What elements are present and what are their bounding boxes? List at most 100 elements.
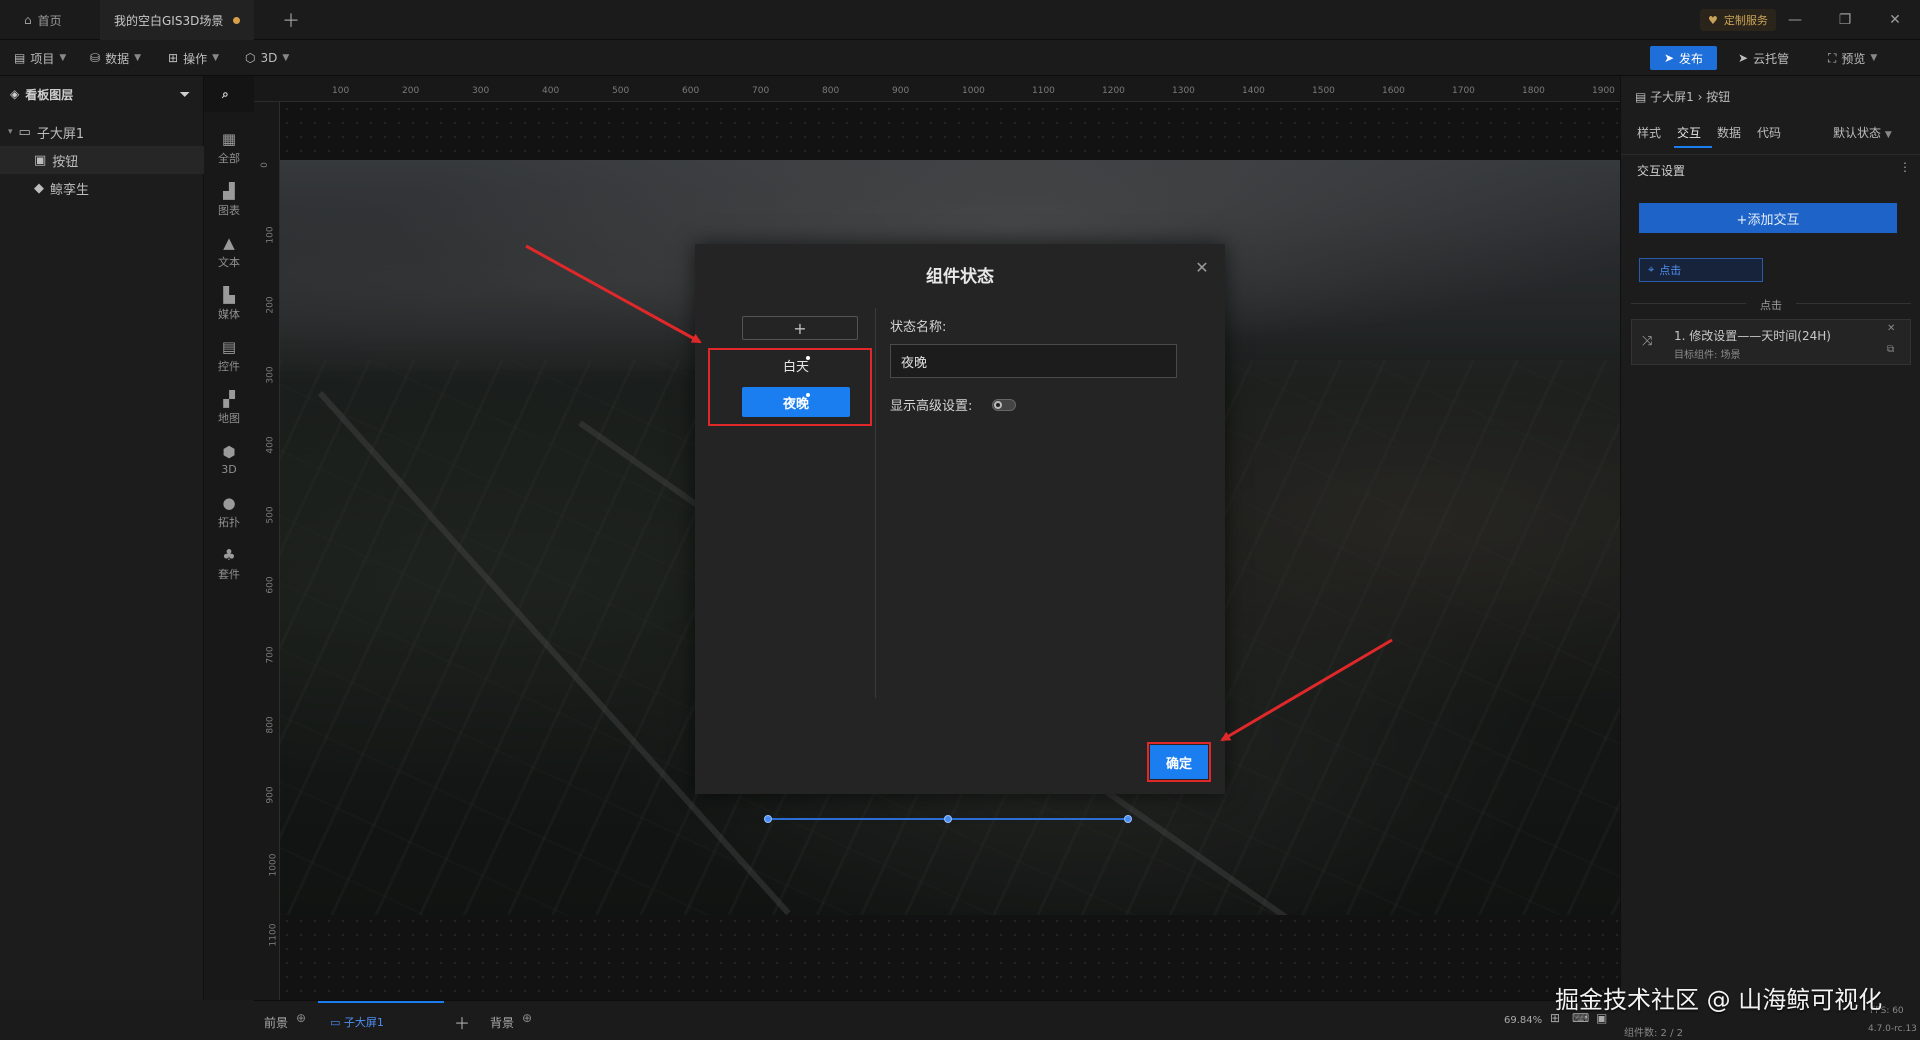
- close-window-button[interactable]: ✕: [1875, 0, 1915, 40]
- tool-topology[interactable]: ● 拓扑: [204, 488, 254, 536]
- component-toolbar: ▦ 全部 ▟ 图表 ▲ 文本 ▙ 媒体 ▤ 控件 ▞ 地图 ⬢ 3D ● 拓扑 ♣ 套件: [204, 112, 254, 1000]
- custom-service-button[interactable]: ♥ 定制服务: [1700, 9, 1776, 31]
- custom-service-label: 定制服务: [1723, 14, 1768, 27]
- ruler-tick-label: 700: [752, 86, 770, 96]
- publish-button[interactable]: ➤ 发布: [1650, 46, 1717, 70]
- close-icon[interactable]: ✕: [1191, 258, 1213, 280]
- ruler-tick-label: 500: [612, 86, 630, 96]
- filter-icon[interactable]: ⏷: [180, 87, 190, 102]
- tab-style[interactable]: 样式: [1637, 124, 1661, 141]
- trigger-group-label: 点击: [1760, 299, 1782, 312]
- screen-tab-label: 子大屏1: [343, 1016, 384, 1029]
- tool-media[interactable]: ▙ 媒体: [204, 280, 254, 328]
- tool-map[interactable]: ▞ 地图: [204, 384, 254, 432]
- ruler-tick-label: 1200: [1102, 86, 1125, 96]
- ruler-tick-label: 800: [822, 86, 840, 96]
- heart-icon: ♥: [1708, 13, 1718, 27]
- menu-operate-label: 操作: [183, 51, 208, 66]
- media-icon: ▙: [223, 285, 235, 304]
- ruler-tick-label: 1800: [1522, 86, 1545, 96]
- chevron-down-icon: ▼: [134, 53, 141, 63]
- preview-button[interactable]: ⛶ 预览 ▼: [1828, 40, 1877, 76]
- selected-button-outline[interactable]: [764, 815, 1132, 823]
- state-name-input[interactable]: [890, 344, 1177, 378]
- ruler-tick-label: 1700: [1452, 86, 1475, 96]
- layer-label: 按钮: [52, 154, 79, 170]
- ruler-tick-label: 200: [265, 296, 276, 314]
- tab-home[interactable]: ⌂ 首页: [10, 0, 76, 40]
- tab-scene-label: 我的空白GIS3D场景: [114, 13, 224, 28]
- state-name-label: 状态名称:: [890, 320, 947, 335]
- advanced-settings-label: 显示高级设置:: [890, 399, 973, 414]
- tool-all[interactable]: ▦ 全部: [204, 124, 254, 172]
- menu-data[interactable]: ⛁ 数据 ▼: [90, 40, 141, 76]
- send-icon: ➤: [1663, 51, 1675, 65]
- resize-handle[interactable]: [1124, 815, 1132, 823]
- layer-item-twin[interactable]: ◆ 鲸孪生: [0, 174, 204, 202]
- tool-kit[interactable]: ♣ 套件: [204, 540, 254, 588]
- version-label: 4.7.0-rc.13: [1868, 1024, 1917, 1034]
- layer-item-button[interactable]: ▣ 按钮: [0, 146, 204, 174]
- menu-project-label: 项目: [30, 51, 55, 66]
- text-icon: ▲: [223, 233, 235, 252]
- ruler-tick-label: 1100: [1032, 86, 1055, 96]
- ruler-tick-label: 100: [332, 86, 350, 96]
- add-screen-button[interactable]: ＋: [454, 1010, 470, 1034]
- advanced-settings-toggle[interactable]: [992, 399, 1016, 411]
- tab-interaction[interactable]: 交互: [1677, 124, 1701, 141]
- cube-icon: ⬢: [222, 443, 236, 461]
- minimize-button[interactable]: —: [1775, 0, 1815, 40]
- tool-3d[interactable]: ⬢ 3D: [204, 436, 254, 484]
- active-screen-indicator: [318, 1001, 444, 1003]
- tab-data[interactable]: 数据: [1717, 124, 1741, 141]
- horizontal-ruler: 100 200 300 400 500 600 700 800 900 1000 1100 1200 1…: [254, 76, 1620, 102]
- menu-3d[interactable]: ⬡ 3D ▼: [245, 40, 289, 76]
- menu-operate[interactable]: ⊞ 操作 ▼: [168, 40, 219, 76]
- tab-scene[interactable]: 我的空白GIS3D场景: [100, 0, 255, 40]
- background-label[interactable]: 背景: [490, 1014, 514, 1031]
- tool-label: 媒体: [218, 307, 240, 321]
- resize-handle[interactable]: [944, 815, 952, 823]
- bottom-bar: 前景 ⊕ ▭ 子大屏1 ＋ 背景 ⊕ 69.84% ⊞ ⌨ ▣: [254, 1000, 1620, 1040]
- delete-icon[interactable]: ✕: [1887, 323, 1895, 334]
- chevron-down-icon: ▼: [1870, 53, 1878, 63]
- grid-icon: ▦: [221, 129, 237, 148]
- search-icon[interactable]: ⌕: [222, 87, 229, 102]
- topology-icon: ●: [222, 493, 236, 512]
- shuffle-icon: ⤨: [1642, 334, 1653, 349]
- add-interaction-button[interactable]: +添加交互: [1639, 203, 1897, 233]
- breadcrumb-text: 子大屏1 › 按钮: [1650, 90, 1731, 104]
- dialog-title: 组件状态: [926, 267, 994, 287]
- new-tab-button[interactable]: ＋: [268, 0, 314, 40]
- tool-widget[interactable]: ▤ 控件: [204, 332, 254, 380]
- cloud-hosting-button[interactable]: ➤ 云托管: [1738, 40, 1789, 76]
- trigger-click-tag[interactable]: ⌖ 点击: [1639, 258, 1763, 282]
- ruler-tick-label: 1000: [268, 853, 279, 877]
- restore-button[interactable]: ❐: [1825, 0, 1865, 40]
- interaction-action-card[interactable]: ⤨ 1. 修改设置——天时间(24H) 目标组件: 场景 ✕ ⧉: [1631, 319, 1911, 365]
- copy-icon[interactable]: ⧉: [1887, 344, 1894, 355]
- menu-project[interactable]: ▤ 项目 ▼: [14, 40, 66, 76]
- add-state-button[interactable]: +: [742, 316, 858, 340]
- active-tab-indicator: [1674, 146, 1712, 148]
- add-circle-icon[interactable]: ⊕: [296, 1011, 306, 1025]
- menu-bar: ▤ 项目 ▼ ⛁ 数据 ▼ ⊞ 操作 ▼ ⬡ 3D ▼ ➤ 发布 ➤ 云托管 ⛶: [0, 40, 1920, 76]
- ruler-tick-label: 400: [542, 86, 560, 96]
- monitor-icon: ▭: [330, 1016, 344, 1029]
- ruler-tick-label: 700: [265, 646, 276, 664]
- zoom-level[interactable]: 69.84%: [1504, 1015, 1542, 1026]
- tab-code[interactable]: 代码: [1757, 124, 1781, 141]
- action-target: 目标组件: 场景: [1674, 350, 1741, 361]
- send-icon: ➤: [1738, 51, 1749, 65]
- more-icon[interactable]: ⋮: [1899, 160, 1911, 174]
- tool-chart[interactable]: ▟ 图表: [204, 176, 254, 224]
- home-icon: ⌂: [24, 13, 32, 27]
- screen-tab[interactable]: ▭ 子大屏1: [330, 1014, 384, 1030]
- resize-handle[interactable]: [764, 815, 772, 823]
- ruler-tick-label: 100: [265, 226, 276, 244]
- tool-text[interactable]: ▲ 文本: [204, 228, 254, 276]
- add-circle-icon[interactable]: ⊕: [522, 1011, 532, 1025]
- layer-item-screen[interactable]: ▾ ▭ 子大屏1: [0, 118, 204, 146]
- default-state-select[interactable]: 默认状态 ▼: [1833, 124, 1892, 141]
- foreground-label[interactable]: 前景: [264, 1014, 288, 1031]
